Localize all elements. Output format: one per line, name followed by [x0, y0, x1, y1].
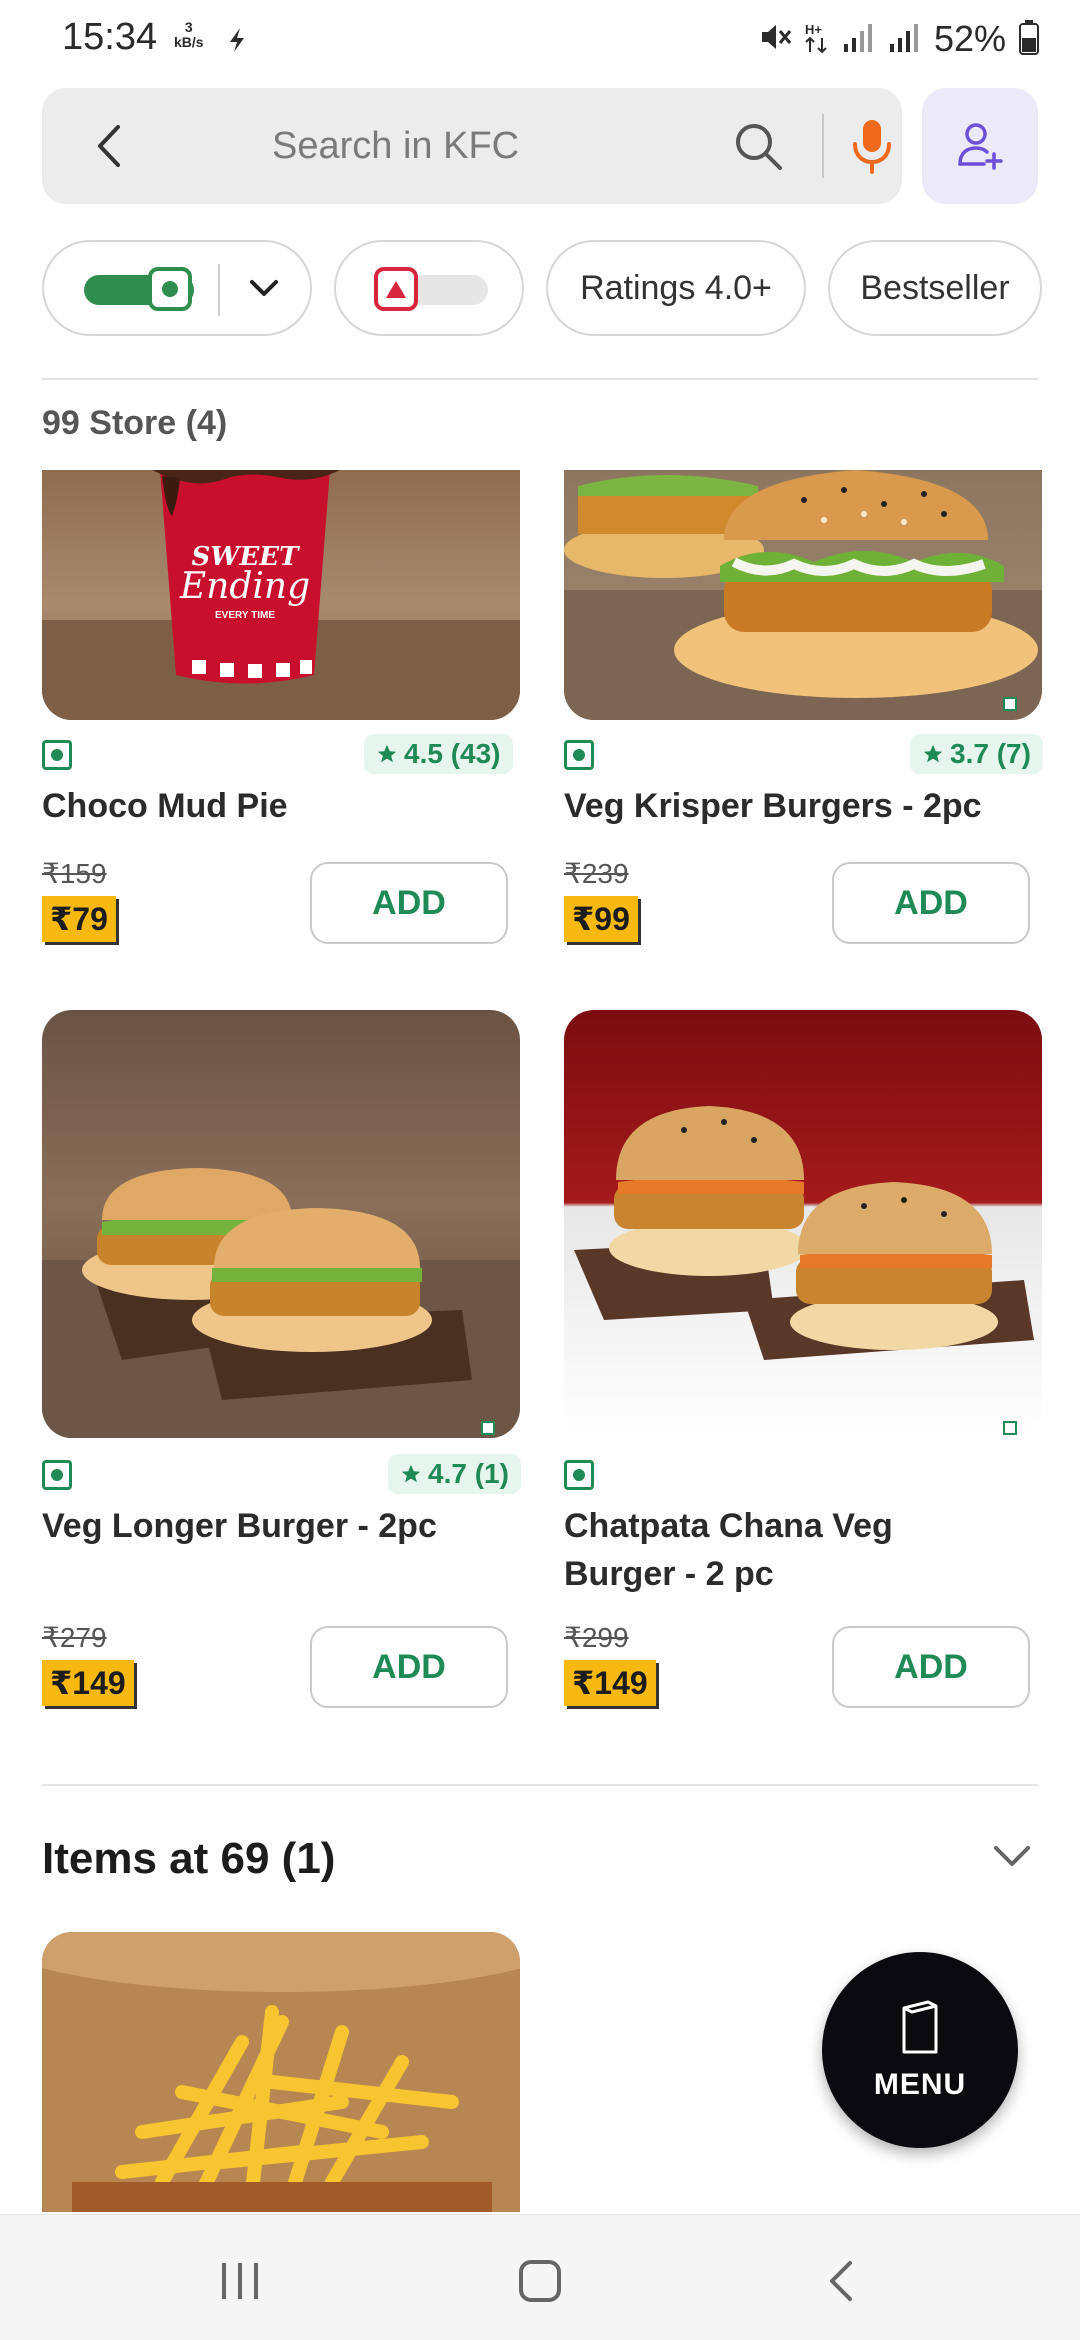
svg-text:EVERY TIME: EVERY TIME [215, 610, 275, 621]
item-name-line-2: Burger - 2 pc [564, 1555, 774, 1593]
star-icon [401, 1464, 421, 1483]
veg-indicator-icon [564, 1460, 594, 1490]
item-name-line-1: Chatpata Chana Veg [564, 1507, 893, 1545]
item-name[interactable]: Veg Krisper Burgers - 2pc [564, 782, 982, 830]
product-image-fries[interactable] [42, 1932, 520, 2212]
original-price: ₹279 [42, 1622, 107, 1653]
chevron-down-icon[interactable] [244, 268, 284, 317]
item-name[interactable]: Veg Longer Burger - 2pc [42, 1502, 437, 1550]
section-title[interactable]: Items at 69 (1) [42, 1834, 335, 1884]
battery-percent: 52% [933, 18, 1006, 59]
menu-button-label: MENU [873, 2068, 967, 2101]
nonveg-toggle-icon [374, 267, 418, 311]
back-button[interactable] [84, 118, 134, 174]
user-add-icon [958, 123, 1003, 170]
menu-button[interactable]: MENU [822, 1952, 1018, 2148]
veg-toggle-icon [148, 267, 192, 311]
back-nav-icon[interactable] [826, 2259, 856, 2308]
product-image-chatpata-chana-burger[interactable] [564, 1010, 1042, 1438]
add-button[interactable]: ADD [310, 1626, 508, 1708]
item-name[interactable]: Chatpata Chana Veg Burger - 2 pc [564, 1502, 893, 1598]
home-icon[interactable] [518, 2259, 562, 2308]
status-icons: H+ 52% [758, 18, 1040, 60]
add-button[interactable]: ADD [832, 1626, 1030, 1708]
product-image-veg-krisper-burgers[interactable] [564, 470, 1042, 720]
divider [42, 378, 1038, 380]
product-image-choco-mud-pie[interactable]: SWEET Ending EVERY TIME [42, 470, 520, 720]
add-button[interactable]: ADD [310, 862, 508, 944]
rating-badge: 4.7 (1) [388, 1454, 521, 1494]
veg-filter-chip[interactable] [42, 240, 312, 336]
hplus-network-icon: H+ [804, 20, 830, 59]
status-bar: 15:34 3 kB/s H+ 52% [0, 0, 1080, 80]
star-icon [923, 744, 943, 763]
network-speed: 3 kB/s [174, 20, 204, 50]
svg-text:Ending: Ending [179, 566, 310, 607]
data-saver-icon [226, 26, 248, 59]
search-divider [822, 114, 824, 178]
nonveg-filter-chip[interactable] [334, 240, 524, 336]
menu-book-icon [902, 2000, 938, 2054]
chevron-left-icon [98, 125, 120, 167]
rating-badge: 3.7 (7) [910, 734, 1043, 774]
rating-badge: 4.5 (43) [364, 734, 513, 774]
recent-apps-icon[interactable] [218, 2261, 262, 2306]
filter-chips: Ratings 4.0+ Bestseller [42, 240, 1042, 336]
original-price: ₹159 [42, 858, 107, 889]
rating-value: 4.7 (1) [428, 1458, 509, 1489]
chevron-down-icon[interactable] [990, 1840, 1034, 1877]
search-input[interactable] [272, 120, 632, 172]
divider [42, 1784, 1038, 1786]
ratings-filter-chip[interactable]: Ratings 4.0+ [546, 240, 806, 336]
discounted-price: ₹79 [42, 896, 116, 942]
veg-indicator-icon [564, 740, 594, 770]
bestseller-filter-chip[interactable]: Bestseller [828, 240, 1042, 336]
add-button[interactable]: ADD [832, 862, 1030, 944]
veg-indicator-icon [42, 740, 72, 770]
veg-indicator-icon [42, 1460, 72, 1490]
original-price: ₹239 [564, 858, 629, 889]
share-with-friends-button[interactable] [922, 88, 1038, 204]
discounted-price: ₹149 [42, 1660, 134, 1706]
discounted-price: ₹149 [564, 1660, 656, 1706]
network-speed-unit: kB/s [174, 34, 204, 50]
section-title: 99 Store (4) [42, 404, 228, 442]
status-time: 15:34 [62, 16, 158, 58]
rating-value: 4.5 (43) [404, 738, 501, 769]
chip-separator [218, 264, 220, 316]
search-bar[interactable] [42, 88, 902, 204]
microphone-icon[interactable] [850, 116, 894, 176]
star-icon [377, 744, 397, 763]
mute-icon [758, 20, 792, 59]
item-name[interactable]: Choco Mud Pie [42, 782, 288, 830]
discounted-price: ₹99 [564, 896, 638, 942]
system-navigation-bar [0, 2214, 1080, 2340]
signal-icon-2 [888, 20, 922, 59]
svg-text:H+: H+ [805, 22, 822, 37]
network-speed-value: 3 [184, 19, 193, 35]
signal-icon [842, 20, 876, 59]
battery-icon [1018, 19, 1040, 60]
product-image-veg-longer-burger[interactable] [42, 1010, 520, 1438]
search-icon[interactable] [730, 118, 786, 174]
rating-value: 3.7 (7) [950, 738, 1031, 769]
original-price: ₹299 [564, 1622, 629, 1653]
